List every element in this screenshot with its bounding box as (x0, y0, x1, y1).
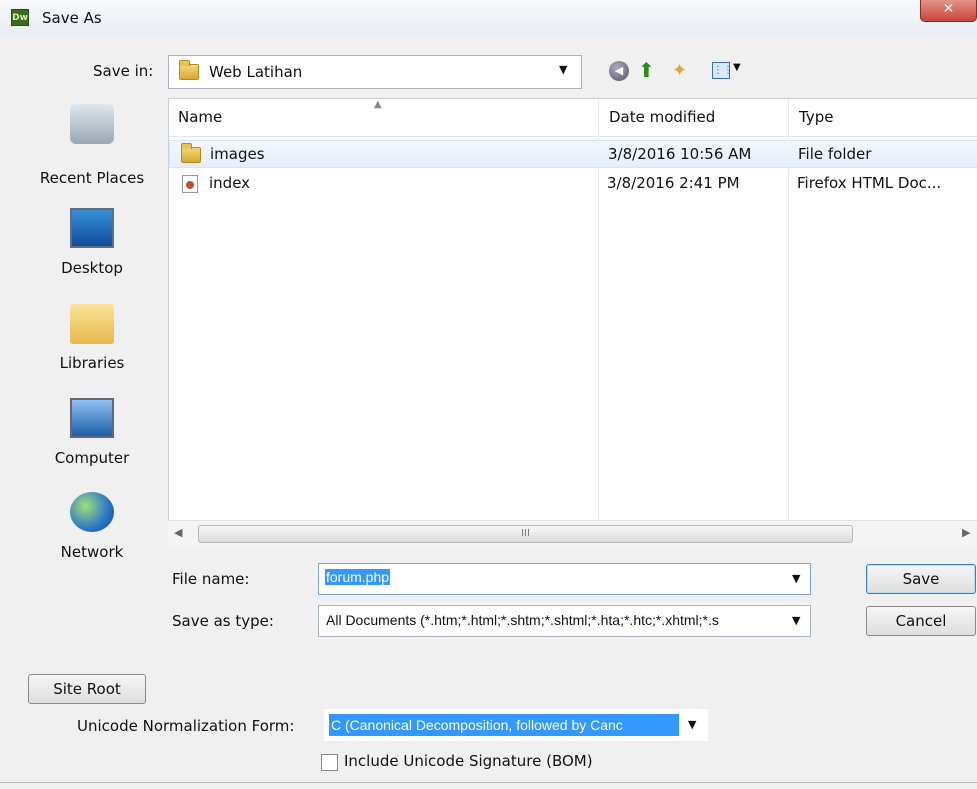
file-name: images (210, 145, 265, 163)
column-header-row: ▲ Name Date modified Type (169, 99, 977, 137)
folder-icon (181, 143, 201, 163)
file-date: 3/8/2016 2:41 PM (607, 174, 740, 192)
computer-icon (70, 398, 114, 438)
save-as-type-value: All Documents (*.htm;*.html;*.shtm;*.sht… (326, 612, 719, 628)
column-header-date-modified[interactable]: Date modified (609, 108, 715, 126)
save-button[interactable]: Save (866, 564, 976, 594)
save-as-type-label: Save as type: (172, 612, 274, 630)
place-label: Libraries (59, 354, 125, 372)
unicode-normalization-value: C (Canonical Decomposition, followed by … (329, 714, 679, 736)
file-date: 3/8/2016 10:56 AM (608, 145, 752, 163)
include-bom-checkbox[interactable] (321, 754, 338, 771)
chevron-down-icon: ▼ (792, 614, 801, 627)
places-bar: Recent Places Desktop Libraries Computer… (22, 98, 162, 568)
file-list[interactable]: ▲ Name Date modified Type images 3/8/201… (168, 98, 977, 548)
desktop-icon (70, 208, 114, 248)
network-icon (70, 492, 114, 532)
dreamweaver-app-icon: Dw (11, 9, 29, 26)
file-name: index (209, 174, 251, 192)
place-label: Computer (54, 449, 130, 467)
file-name-input[interactable]: forum.php ▼ (318, 563, 811, 595)
unicode-normalization-select[interactable]: C (Canonical Decomposition, followed by … (324, 709, 708, 741)
views-menu-icon[interactable]: ⋮⋮ (712, 62, 733, 79)
firefox-html-icon (182, 175, 198, 193)
sort-ascending-icon: ▲ (374, 99, 382, 110)
place-label: Recent Places (39, 169, 145, 187)
chevron-down-icon: ▼ (559, 63, 568, 76)
site-root-button[interactable]: Site Root (28, 674, 146, 704)
unicode-normalization-label: Unicode Normalization Form: (77, 717, 295, 735)
up-one-level-icon[interactable]: ⬆ (638, 58, 655, 82)
close-button[interactable]: ✕ (920, 0, 977, 22)
recent-places-icon (70, 104, 114, 144)
libraries-icon (70, 304, 114, 344)
scroll-left-icon[interactable]: ◀ (174, 526, 182, 539)
file-name-label: File name: (172, 570, 250, 588)
title-bar: Dw Save As ✕ (0, 0, 977, 36)
horizontal-scrollbar[interactable]: ◀ III ▶ (168, 520, 977, 548)
file-name-value: forum.php (325, 569, 391, 585)
back-icon[interactable]: ◀ (609, 61, 629, 81)
file-type: Firefox HTML Doc... (797, 174, 942, 192)
save-as-type-select[interactable]: All Documents (*.htm;*.html;*.shtm;*.sht… (318, 605, 811, 637)
file-row-index[interactable]: index 3/8/2016 2:41 PM Firefox HTML Doc.… (169, 170, 977, 198)
save-in-label: Save in: (93, 62, 154, 80)
chevron-down-icon[interactable]: ▼ (792, 572, 800, 585)
column-header-name[interactable]: Name (178, 108, 222, 126)
place-label: Network (60, 543, 124, 561)
dialog-bottom-border (0, 782, 977, 783)
file-row-images[interactable]: images 3/8/2016 10:56 AM File folder (169, 140, 977, 168)
scrollbar-thumb[interactable]: III (198, 525, 853, 543)
cancel-button[interactable]: Cancel (866, 606, 976, 636)
save-in-value: Web Latihan (209, 63, 303, 81)
file-type: File folder (798, 145, 872, 163)
include-bom-label[interactable]: Include Unicode Signature (BOM) (344, 752, 593, 770)
views-chevron-down-icon[interactable]: ▼ (733, 62, 741, 73)
chevron-down-icon: ▼ (688, 718, 697, 731)
folder-icon (179, 60, 199, 80)
save-in-dropdown[interactable]: Web Latihan ▼ (168, 55, 582, 89)
column-header-type[interactable]: Type (799, 108, 833, 126)
scroll-right-icon[interactable]: ▶ (962, 526, 970, 539)
place-label: Desktop (61, 259, 123, 277)
new-folder-icon[interactable]: ✦ (672, 60, 687, 81)
window-title: Save As (42, 9, 102, 27)
